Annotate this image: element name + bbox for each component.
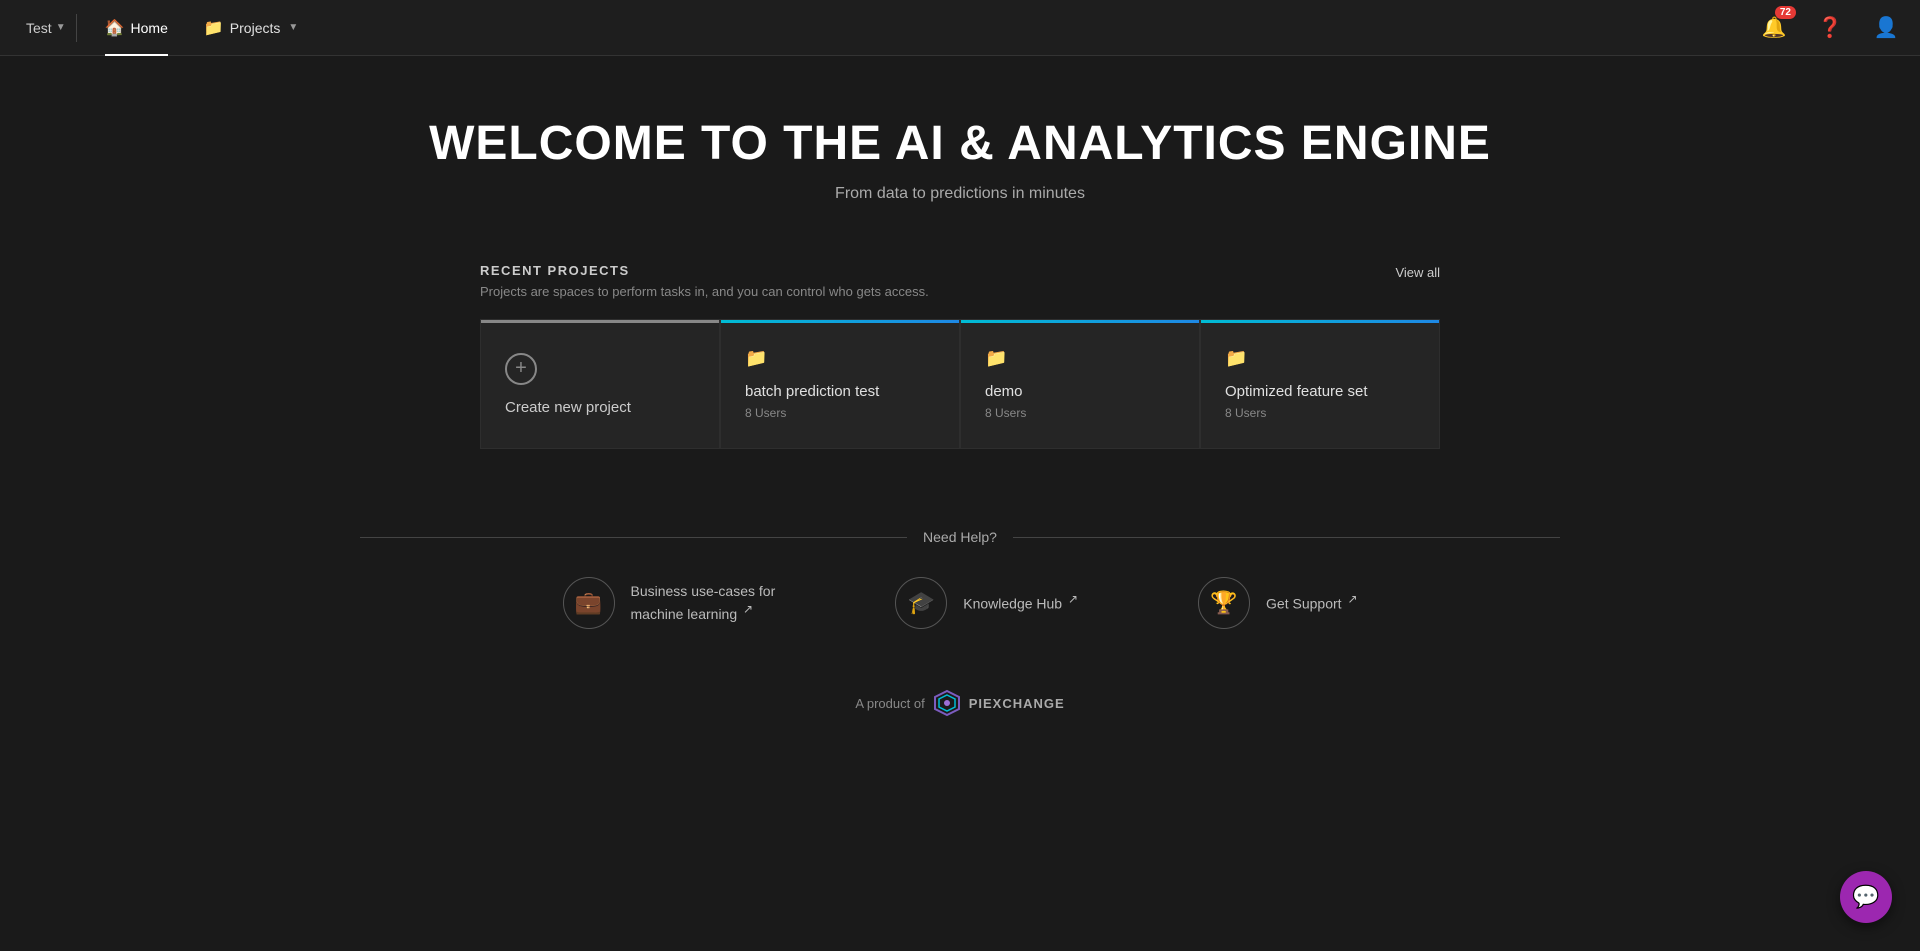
recent-projects-section: RECENT PROJECTS Projects are spaces to p… <box>480 263 1440 449</box>
graduation-icon: 🎓 <box>895 577 947 629</box>
project-card-2[interactable]: 📁 Optimized feature set 8 Users <box>1200 319 1440 449</box>
view-all-link[interactable]: View all <box>1395 263 1440 280</box>
project-name-1: demo <box>985 383 1175 400</box>
project-users-2: 8 Users <box>1225 406 1415 420</box>
help-item-support-label: Get Support ↗ <box>1266 591 1357 614</box>
projects-header: RECENT PROJECTS Projects are spaces to p… <box>480 263 1440 299</box>
chat-fab-button[interactable]: 💬 <box>1840 871 1892 923</box>
projects-section-desc: Projects are spaces to perform tasks in,… <box>480 284 929 299</box>
help-item-business[interactable]: 💼 Business use-cases for machine learnin… <box>563 577 776 629</box>
topnav: Test ▼ 🏠 Home 📁 Projects ▼ 🔔 72 ❓ 👤 <box>0 0 1920 56</box>
external-link-icon-knowledge: ↗ <box>1068 592 1078 606</box>
help-item-knowledge[interactable]: 🎓 Knowledge Hub ↗ <box>895 577 1078 629</box>
create-icon-wrapper: + <box>505 353 695 385</box>
divider-row: Need Help? <box>360 529 1560 545</box>
help-item-business-label: Business use-cases for machine learning … <box>631 582 776 625</box>
workspace-label: Test <box>26 20 52 36</box>
help-item-business-label2: machine learning ↗ <box>631 606 754 622</box>
project-name-2: Optimized feature set <box>1225 383 1415 400</box>
divider-right <box>1013 537 1560 538</box>
workspace-chevron-icon: ▼ <box>56 22 66 33</box>
workspace-selector[interactable]: Test ▼ <box>16 14 77 42</box>
home-icon: 🏠 <box>105 18 125 38</box>
projects-icon: 📁 <box>204 18 224 38</box>
create-plus-icon: + <box>505 353 537 385</box>
projects-section-title: RECENT PROJECTS <box>480 263 929 278</box>
projects-chevron-icon: ▼ <box>288 22 298 33</box>
external-link-icon-support: ↗ <box>1347 592 1357 606</box>
notification-badge: 72 <box>1775 6 1796 19</box>
trophy-icon: 🏆 <box>1198 577 1250 629</box>
user-button[interactable]: 👤 <box>1868 10 1904 46</box>
notification-button[interactable]: 🔔 72 <box>1756 10 1792 46</box>
need-help-label: Need Help? <box>923 529 997 545</box>
nav-left: Test ▼ 🏠 Home 📁 Projects ▼ <box>16 0 314 56</box>
divider-left <box>360 537 907 538</box>
folder-icon-0: 📁 <box>745 348 935 369</box>
nav-right: 🔔 72 ❓ 👤 <box>1756 10 1904 46</box>
hero-title: WELCOME TO THE AI & ANALYTICS ENGINE <box>429 116 1491 171</box>
help-button[interactable]: ❓ <box>1812 10 1848 46</box>
footer-logo: A product of PIEXCHANGE <box>855 689 1064 717</box>
bell-icon: 🔔 <box>1762 15 1787 40</box>
user-icon: 👤 <box>1874 15 1899 40</box>
need-help-section: Need Help? 💼 Business use-cases for mach… <box>360 529 1560 737</box>
project-card-0[interactable]: 📁 batch prediction test 8 Users <box>720 319 960 449</box>
project-name-0: batch prediction test <box>745 383 935 400</box>
help-items: 💼 Business use-cases for machine learnin… <box>360 577 1560 629</box>
project-card-1[interactable]: 📁 demo 8 Users <box>960 319 1200 449</box>
help-item-support[interactable]: 🏆 Get Support ↗ <box>1198 577 1357 629</box>
create-card-label: Create new project <box>505 399 695 416</box>
footer: A product of PIEXCHANGE <box>360 689 1560 737</box>
projects-grid: + Create new project 📁 batch prediction … <box>480 319 1440 449</box>
projects-tab[interactable]: 📁 Projects ▼ <box>188 0 314 56</box>
projects-header-left: RECENT PROJECTS Projects are spaces to p… <box>480 263 929 299</box>
projects-tab-label: Projects <box>230 20 281 36</box>
project-users-0: 8 Users <box>745 406 935 420</box>
main-content: WELCOME TO THE AI & ANALYTICS ENGINE Fro… <box>0 56 1920 777</box>
folder-icon-1: 📁 <box>985 348 1175 369</box>
project-users-1: 8 Users <box>985 406 1175 420</box>
hero-subtitle: From data to predictions in minutes <box>835 185 1085 203</box>
footer-brand-label: PIEXCHANGE <box>969 696 1065 711</box>
home-tab-label: Home <box>131 20 168 36</box>
folder-icon-2: 📁 <box>1225 348 1415 369</box>
home-tab[interactable]: 🏠 Home <box>89 0 184 56</box>
question-icon: ❓ <box>1818 15 1843 40</box>
create-project-card[interactable]: + Create new project <box>480 319 720 449</box>
piexchange-logo-icon <box>933 689 961 717</box>
briefcase-icon: 💼 <box>563 577 615 629</box>
help-item-knowledge-label: Knowledge Hub ↗ <box>963 591 1078 614</box>
chat-icon: 💬 <box>1852 884 1879 910</box>
footer-product-label: A product of <box>855 696 924 711</box>
